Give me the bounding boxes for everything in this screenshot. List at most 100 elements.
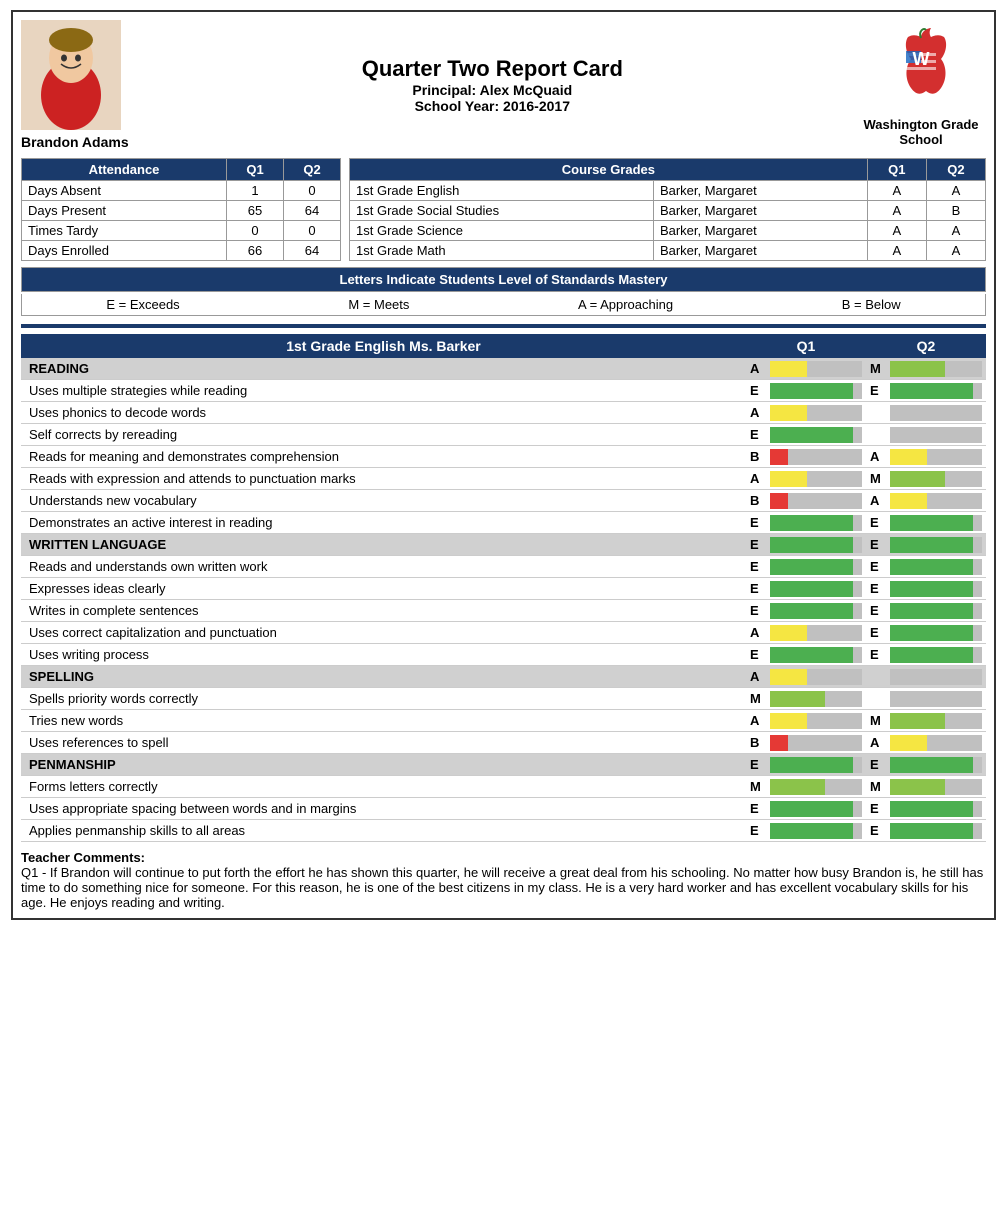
grade-cell: A: [746, 711, 866, 731]
grade-letter: A: [750, 669, 766, 684]
grade-bar-container: [770, 691, 862, 707]
grade-letter: A: [870, 493, 886, 508]
att-label: Times Tardy: [22, 221, 227, 241]
att-label: Days Enrolled: [22, 241, 227, 261]
course-q2-header: Q2: [926, 159, 985, 181]
grade-letter: E: [870, 581, 886, 596]
grade-bar: [770, 537, 853, 553]
grade-bar-container: [890, 801, 982, 817]
course-grades-table: Course Grades Q1 Q2 1st Grade English Ba…: [349, 158, 986, 261]
table-row: Days Absent 1 0: [22, 181, 341, 201]
report-title: Quarter Two Report Card: [129, 56, 856, 82]
grade-cell: E: [866, 799, 986, 819]
grade-bar: [770, 801, 853, 817]
grade-cell: A: [866, 447, 986, 467]
grade-item-label: Demonstrates an active interest in readi…: [21, 512, 746, 533]
grade-item-row: Reads and understands own written workEE: [21, 556, 986, 578]
grade-cell: M: [746, 689, 866, 709]
grade-section-header: 1st Grade English Ms. Barker Q1 Q2: [21, 334, 986, 358]
grade-item-row: Reads for meaning and demonstrates compr…: [21, 446, 986, 468]
att-q1: 1: [227, 181, 284, 201]
grade-letter: E: [870, 757, 886, 772]
principal-name: Principal: Alex McQuaid: [129, 82, 856, 98]
table-row: Days Enrolled 66 64: [22, 241, 341, 261]
grade-bar-container: [890, 691, 982, 707]
grade-bar-container: [890, 427, 982, 443]
course-teacher: Barker, Margaret: [653, 181, 867, 201]
grade-item-label: Reads and understands own written work: [21, 556, 746, 577]
grade-bar: [770, 581, 853, 597]
grade-bar: [770, 427, 853, 443]
comments-label: Teacher Comments:: [21, 850, 145, 865]
grade-bar-container: [890, 779, 982, 795]
grade-letter: E: [870, 537, 886, 552]
grade-cell: E: [866, 557, 986, 577]
grade-category-row: READINGAM: [21, 358, 986, 380]
grade-section: 1st Grade English Ms. Barker Q1 Q2 READI…: [21, 334, 986, 842]
grade-letter: M: [870, 779, 886, 794]
grade-bar-container: [770, 361, 862, 377]
grade-letter: E: [870, 647, 886, 662]
grade-cell: A: [746, 667, 866, 687]
grade-letter: A: [750, 361, 766, 376]
grade-cell: M: [866, 469, 986, 489]
top-tables: Attendance Q1 Q2 Days Absent 1 0Days Pre…: [21, 158, 986, 261]
grade-bar-container: [890, 757, 982, 773]
grade-bar-container: [770, 757, 862, 773]
course-q2: B: [926, 201, 985, 221]
course-name: 1st Grade Science: [350, 221, 654, 241]
table-row: Times Tardy 0 0: [22, 221, 341, 241]
grade-letter: B: [750, 449, 766, 464]
grade-bar-container: [770, 493, 862, 509]
grade-bar-container: [890, 713, 982, 729]
grade-bar-container: [890, 581, 982, 597]
grade-item-label: Reads for meaning and demonstrates compr…: [21, 446, 746, 467]
grade-category-label: WRITTEN LANGUAGE: [21, 534, 746, 555]
att-label: Days Absent: [22, 181, 227, 201]
grade-letter: A: [750, 471, 766, 486]
course-q1: A: [867, 221, 926, 241]
legend-item: A = Approaching: [578, 297, 673, 312]
grade-bar-container: [770, 823, 862, 839]
grade-cell: [866, 425, 986, 445]
grade-bar: [770, 779, 825, 795]
grade-bar-container: [770, 713, 862, 729]
grade-section-title: 1st Grade English Ms. Barker: [21, 334, 746, 358]
table-row: 1st Grade Science Barker, Margaret A A: [350, 221, 986, 241]
grade-bar-container: [890, 603, 982, 619]
table-row: Days Present 65 64: [22, 201, 341, 221]
legend-item: B = Below: [842, 297, 901, 312]
grade-bar: [890, 559, 973, 575]
grade-item-label: Uses phonics to decode words: [21, 402, 746, 423]
school-logo: W: [876, 23, 966, 113]
grade-cell: E: [866, 601, 986, 621]
grade-item-label: Uses appropriate spacing between words a…: [21, 798, 746, 819]
grade-item-label: Reads with expression and attends to pun…: [21, 468, 746, 489]
course-q2: A: [926, 241, 985, 261]
grade-bar: [890, 625, 973, 641]
grade-cell: E: [746, 821, 866, 841]
grade-cell: E: [866, 623, 986, 643]
grade-bar-container: [770, 581, 862, 597]
att-q2-header: Q2: [284, 159, 341, 181]
grade-bar: [770, 471, 807, 487]
grade-cell: A: [746, 623, 866, 643]
grade-letter: E: [870, 383, 886, 398]
att-q2: 64: [284, 201, 341, 221]
grade-item-label: Tries new words: [21, 710, 746, 731]
grade-item-row: Uses correct capitalization and punctuat…: [21, 622, 986, 644]
grade-cell: B: [746, 491, 866, 511]
grade-item-label: Spells priority words correctly: [21, 688, 746, 709]
grade-cell: E: [746, 755, 866, 775]
grade-bar-container: [890, 537, 982, 553]
header: Brandon Adams Quarter Two Report Card Pr…: [21, 20, 986, 150]
course-q2: A: [926, 181, 985, 201]
grade-cell: E: [746, 579, 866, 599]
grade-bar-container: [770, 603, 862, 619]
course-q1-header: Q1: [867, 159, 926, 181]
grade-category-label: READING: [21, 358, 746, 379]
grade-letter: E: [870, 801, 886, 816]
grade-bar: [890, 515, 973, 531]
grade-cell: E: [746, 601, 866, 621]
grade-letter: A: [870, 735, 886, 750]
